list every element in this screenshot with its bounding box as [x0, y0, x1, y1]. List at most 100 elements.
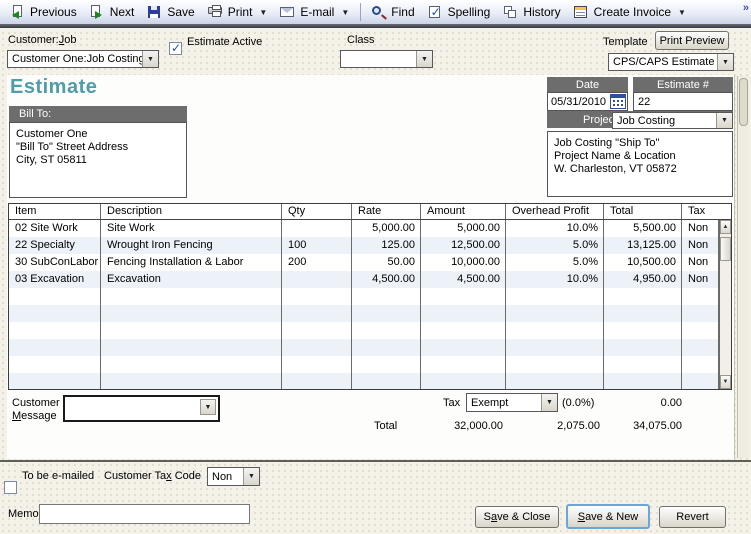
project-name-dropdown-arrow[interactable]: ▼ — [716, 113, 732, 128]
cell-description[interactable]: Wrought Iron Fencing — [101, 237, 282, 254]
cell-tax[interactable]: Non — [682, 254, 719, 271]
template-dropdown-arrow[interactable]: ▼ — [717, 54, 733, 70]
cell-item[interactable]: 03 Excavation — [9, 271, 101, 288]
tax-combo[interactable]: Exempt ▼ — [466, 393, 558, 412]
scroll-up-icon[interactable]: ▲ — [720, 220, 731, 234]
cell-amount[interactable] — [421, 305, 506, 322]
email-button[interactable]: E-mail ▼ — [274, 3, 356, 22]
cell-item[interactable] — [9, 356, 101, 373]
cell-rate[interactable] — [352, 339, 421, 356]
cell-total[interactable] — [604, 288, 682, 305]
cell-overhead_profit[interactable]: 5.0% — [506, 254, 604, 271]
memo-input[interactable] — [39, 504, 250, 524]
cell-item[interactable]: 22 Specialty — [9, 237, 101, 254]
cell-total[interactable]: 13,125.00 — [604, 237, 682, 254]
cell-amount[interactable] — [421, 322, 506, 339]
cell-qty[interactable] — [282, 322, 352, 339]
cell-description[interactable]: Site Work — [101, 220, 282, 237]
cell-overhead_profit[interactable] — [506, 322, 604, 339]
cell-item[interactable] — [9, 305, 101, 322]
cell-amount[interactable] — [421, 356, 506, 373]
template-combo[interactable]: CPS/CAPS Estimate ▼ — [608, 53, 734, 71]
cell-qty[interactable] — [282, 373, 352, 389]
bill-to-box[interactable]: Customer One "Bill To" Street Address Ci… — [9, 122, 187, 198]
revert-button[interactable]: Revert — [659, 506, 726, 528]
cell-total[interactable] — [604, 305, 682, 322]
ship-to-box[interactable]: Job Costing "Ship To" Project Name & Loc… — [547, 131, 733, 197]
cell-tax[interactable] — [682, 356, 719, 373]
column-header-qty[interactable]: Qty — [282, 204, 352, 219]
cell-amount[interactable]: 4,500.00 — [421, 271, 506, 288]
create-invoice-dropdown-arrow[interactable]: ▼ — [678, 8, 686, 17]
cell-item[interactable] — [9, 288, 101, 305]
print-button[interactable]: Print ▼ — [202, 3, 275, 22]
cell-amount[interactable] — [421, 373, 506, 389]
cell-total[interactable]: 5,500.00 — [604, 220, 682, 237]
cell-rate[interactable] — [352, 305, 421, 322]
cell-overhead_profit[interactable]: 10.0% — [506, 271, 604, 288]
cell-item[interactable] — [9, 373, 101, 389]
cell-rate[interactable] — [352, 356, 421, 373]
column-header-overhead-profit[interactable]: Overhead Profit — [506, 204, 604, 219]
cell-overhead_profit[interactable] — [506, 339, 604, 356]
cell-total[interactable] — [604, 339, 682, 356]
save-button[interactable]: Save — [141, 3, 201, 22]
table-scrollbar[interactable]: ▲ ▼ — [719, 220, 731, 389]
next-button[interactable]: Next — [84, 3, 142, 22]
cell-tax[interactable] — [682, 322, 719, 339]
save-new-button[interactable]: Save & New — [566, 504, 650, 529]
cell-tax[interactable] — [682, 373, 719, 389]
cell-rate[interactable] — [352, 373, 421, 389]
cell-rate[interactable] — [352, 322, 421, 339]
cell-qty[interactable]: 100 — [282, 237, 352, 254]
cell-total[interactable] — [604, 356, 682, 373]
cell-rate[interactable]: 125.00 — [352, 237, 421, 254]
cell-tax[interactable]: Non — [682, 220, 719, 237]
cell-total[interactable] — [604, 373, 682, 389]
column-header-item[interactable]: Item — [9, 204, 101, 219]
cell-tax[interactable] — [682, 288, 719, 305]
cell-overhead_profit[interactable] — [506, 356, 604, 373]
estimate-active-checkbox[interactable] — [169, 42, 182, 55]
column-header-rate[interactable]: Rate — [352, 204, 421, 219]
customer-tax-code-combo[interactable]: Non ▼ — [207, 467, 260, 486]
cell-amount[interactable] — [421, 339, 506, 356]
customer-tax-code-dropdown-arrow[interactable]: ▼ — [243, 468, 259, 485]
cell-rate[interactable]: 5,000.00 — [352, 220, 421, 237]
to-be-emailed-checkbox[interactable] — [4, 481, 17, 494]
cell-amount[interactable]: 10,000.00 — [421, 254, 506, 271]
customer-message-dropdown-arrow[interactable]: ▼ — [200, 399, 216, 415]
cell-rate[interactable]: 50.00 — [352, 254, 421, 271]
customer-message-combo[interactable]: ▼ — [63, 395, 220, 422]
cell-tax[interactable] — [682, 305, 719, 322]
cell-qty[interactable] — [282, 339, 352, 356]
cell-qty[interactable] — [282, 356, 352, 373]
cell-overhead_profit[interactable]: 5.0% — [506, 237, 604, 254]
save-close-button[interactable]: Save & Close — [475, 506, 559, 528]
print-preview-button[interactable]: Print Preview — [655, 31, 729, 50]
cell-description[interactable]: Fencing Installation & Labor — [101, 254, 282, 271]
cell-amount[interactable]: 12,500.00 — [421, 237, 506, 254]
calendar-icon[interactable] — [610, 94, 626, 109]
column-header-amount[interactable]: Amount — [421, 204, 506, 219]
cell-rate[interactable] — [352, 288, 421, 305]
column-header-tax[interactable]: Tax — [682, 204, 719, 219]
cell-qty[interactable] — [282, 220, 352, 237]
cell-description[interactable] — [101, 322, 282, 339]
toolbar-overflow-chevron[interactable]: » — [743, 2, 747, 14]
customer-job-dropdown-arrow[interactable]: ▼ — [142, 51, 158, 67]
class-dropdown-arrow[interactable]: ▼ — [416, 51, 432, 67]
table-scrollbar-thumb[interactable] — [720, 237, 731, 261]
cell-total[interactable]: 10,500.00 — [604, 254, 682, 271]
cell-description[interactable] — [101, 373, 282, 389]
cell-item[interactable] — [9, 322, 101, 339]
tax-dropdown-arrow[interactable]: ▼ — [541, 394, 557, 411]
customer-job-combo[interactable]: Customer One:Job Costing ▼ — [7, 50, 159, 68]
cell-tax[interactable] — [682, 339, 719, 356]
form-scrollbar-thumb[interactable] — [739, 78, 748, 126]
cell-item[interactable]: 30 SubConLabor — [9, 254, 101, 271]
cell-overhead_profit[interactable] — [506, 373, 604, 389]
scroll-down-icon[interactable]: ▼ — [720, 375, 731, 389]
cell-description[interactable] — [101, 305, 282, 322]
previous-button[interactable]: Previous — [4, 3, 84, 22]
